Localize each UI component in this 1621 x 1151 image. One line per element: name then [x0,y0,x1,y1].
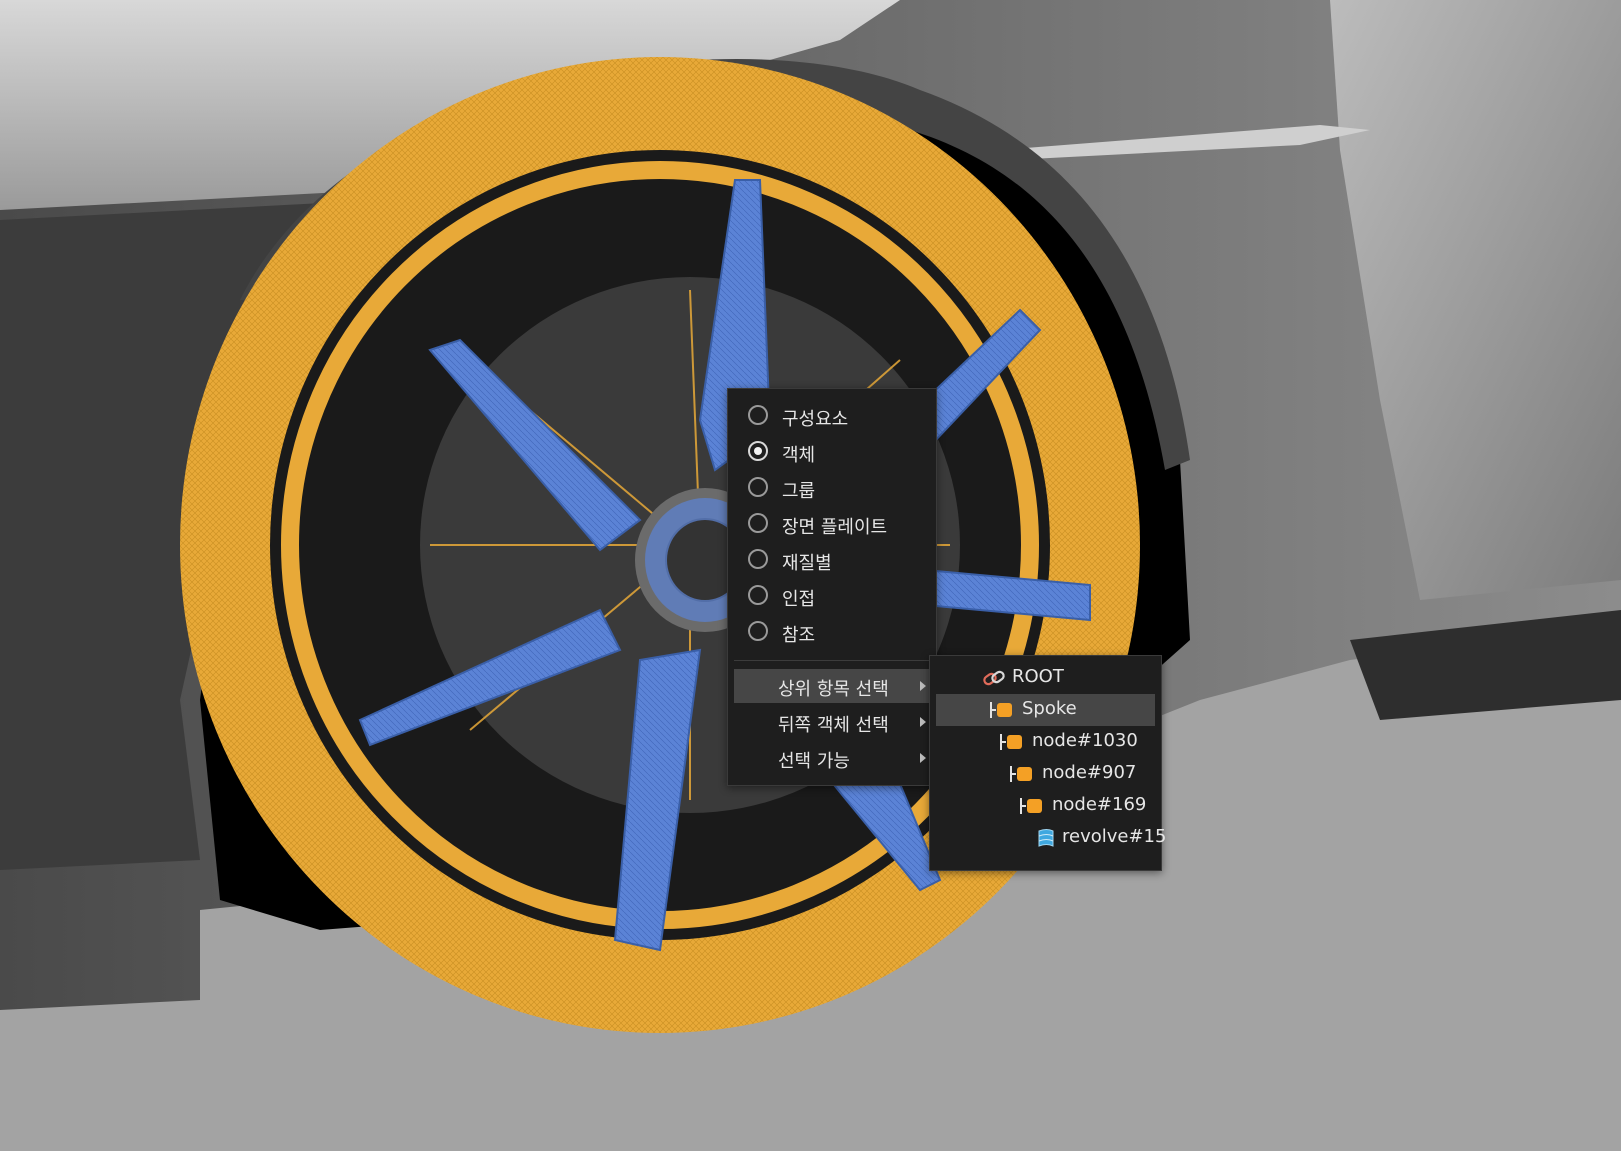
tree-item-node-907[interactable]: node#907 [936,758,1155,790]
mode-label: 그룹 [782,481,816,502]
mode-item-by-material[interactable]: 재질별 [734,543,930,577]
tree-item-label: node#169 [1052,794,1147,815]
radio-icon[interactable] [748,621,768,641]
mode-label: 인접 [782,589,816,610]
radio-icon[interactable] [748,513,768,533]
parent-hierarchy-submenu: ROOT Spoke node#1030 node#907 node#169 r… [929,655,1166,871]
submenu-label: 뒤쪽 객체 선택 [778,715,889,736]
mode-item-reference[interactable]: 참조 [734,615,930,649]
submenu-label: 선택 가능 [778,751,850,772]
node-icon [1020,798,1046,814]
chevron-right-icon [920,717,926,727]
submenu-selectable[interactable]: 선택 가능 [734,741,930,775]
mode-item-group[interactable]: 그룹 [734,471,930,505]
chevron-right-icon [920,753,926,763]
radio-icon[interactable] [748,549,768,569]
selection-context-menu: 구성요소 객체 그룹 장면 플레이트 재질별 인접 참조 상위 항목 선택 뒤쪽… [727,388,937,786]
radio-icon[interactable] [748,405,768,425]
node-icon [1000,734,1026,750]
radio-icon[interactable] [748,585,768,605]
radio-checked-icon[interactable] [748,441,768,461]
mode-item-component[interactable]: 구성요소 [734,399,930,433]
mode-item-scene-plate[interactable]: 장면 플레이트 [734,507,930,541]
mode-item-adjacent[interactable]: 인접 [734,579,930,613]
submenu-label: 상위 항목 선택 [778,679,889,700]
tree-item-label: Spoke [1022,698,1077,719]
submenu-select-parent[interactable]: 상위 항목 선택 [734,669,930,703]
tree-item-revolve-15[interactable]: revolve#15 [936,822,1166,854]
mode-label: 장면 플레이트 [782,517,888,538]
mode-label: 구성요소 [782,409,849,430]
surface-icon [1038,829,1054,847]
tree-item-label: node#1030 [1032,730,1138,751]
radio-icon[interactable] [748,477,768,497]
mode-item-object[interactable]: 객체 [734,435,930,469]
node-icon [1010,766,1036,782]
tree-item-spoke[interactable]: Spoke [936,694,1155,726]
tree-item-label: ROOT [1012,666,1064,687]
submenu-select-behind[interactable]: 뒤쪽 객체 선택 [734,705,930,739]
link-icon [983,670,1005,686]
tree-item-label: revolve#15 [1062,826,1167,847]
node-icon [990,702,1016,718]
tree-item-root[interactable]: ROOT [936,662,1155,694]
tree-item-node-1030[interactable]: node#1030 [936,726,1155,758]
tree-item-node-169[interactable]: node#169 [936,790,1155,822]
mode-label: 참조 [782,625,816,646]
tree-item-label: node#907 [1042,762,1137,783]
mode-label: 재질별 [782,553,832,574]
mode-label: 객체 [782,445,816,466]
chevron-right-icon [920,681,926,691]
menu-separator [734,660,930,661]
